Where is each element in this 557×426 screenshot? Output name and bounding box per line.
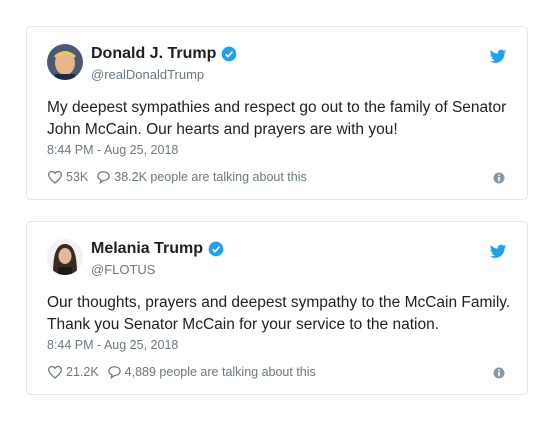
comment-icon: [107, 366, 121, 379]
talking-count: 4,889 people are talking about this: [124, 365, 316, 379]
like-count: 53K: [66, 170, 89, 184]
avatar[interactable]: [47, 44, 83, 80]
heart-icon: [47, 170, 63, 184]
info-icon[interactable]: [493, 367, 505, 379]
heart-icon: [47, 365, 63, 379]
author-handle[interactable]: @realDonaldTrump: [91, 67, 204, 82]
tweet-card[interactable]: Melania Trump @FLOTUS Our thoughts, pray…: [26, 221, 528, 395]
tweet-text: My deepest sympathies and respect go out…: [47, 99, 507, 138]
author-handle[interactable]: @FLOTUS: [91, 262, 155, 277]
author-name[interactable]: Donald J. Trump: [91, 45, 216, 63]
comment-button[interactable]: 4,889 people are talking about this: [107, 365, 316, 379]
twitter-bird-icon[interactable]: [489, 244, 507, 260]
verified-icon: [208, 241, 224, 257]
twitter-bird-icon[interactable]: [489, 49, 507, 65]
comment-button[interactable]: 38.2K people are talking about this: [96, 170, 307, 184]
comment-icon: [97, 171, 111, 184]
tweet-actions: 53K 38.2K people are talking about this: [47, 170, 315, 184]
tweet-timestamp[interactable]: 8:44 PM - Aug 25, 2018: [47, 338, 178, 352]
tweet-timestamp[interactable]: 8:44 PM - Aug 25, 2018: [47, 143, 178, 157]
talking-count: 38.2K people are talking about this: [114, 170, 307, 184]
like-count: 21.2K: [66, 365, 99, 379]
tweet-text: Our thoughts, prayers and deepest sympat…: [47, 294, 511, 333]
like-button[interactable]: 21.2K: [47, 365, 99, 379]
verified-icon: [222, 46, 237, 62]
author-name-row: Melania Trump: [91, 240, 224, 258]
info-icon[interactable]: [493, 172, 505, 184]
author-name-row: Donald J. Trump: [91, 45, 237, 63]
author-name[interactable]: Melania Trump: [91, 240, 203, 258]
avatar[interactable]: [47, 239, 83, 275]
tweet-card[interactable]: Donald J. Trump @realDonaldTrump My deep…: [26, 26, 528, 200]
tweet-actions: 21.2K 4,889 people are talking about thi…: [47, 365, 324, 379]
like-button[interactable]: 53K: [47, 170, 88, 184]
